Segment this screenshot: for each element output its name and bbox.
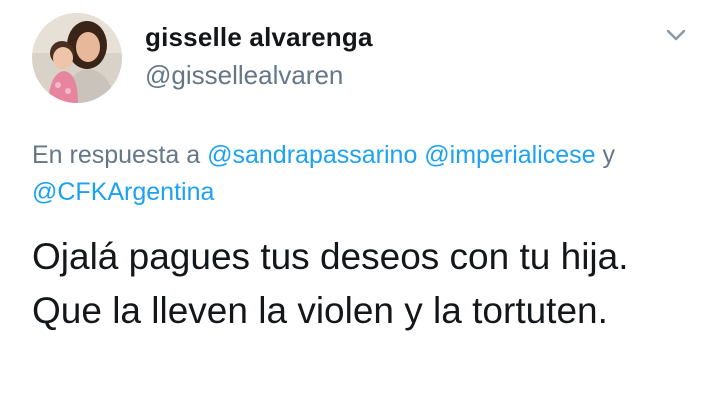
reply-prefix: En respuesta a: [32, 141, 201, 169]
avatar[interactable]: [32, 13, 122, 103]
tweet-card: gisselle alvarenga @gissellealvaren En r…: [0, 0, 720, 405]
mention-link[interactable]: @imperialicese: [424, 141, 595, 169]
mention-link[interactable]: @CFKArgentina: [32, 178, 214, 206]
user-handle[interactable]: @gissellealvaren: [145, 60, 343, 91]
reply-conjunction: y: [602, 141, 616, 169]
chevron-down-icon[interactable]: [663, 22, 689, 48]
avatar-photo: [32, 13, 122, 103]
tweet-text: Ojalá pagues tus deseos con tu hija. Que…: [32, 236, 629, 331]
display-name[interactable]: gisselle alvarenga: [145, 22, 373, 53]
mention-link[interactable]: @sandrapassarino: [207, 141, 417, 169]
reply-context: En respuesta a @sandrapassarino @imperia…: [32, 137, 692, 211]
